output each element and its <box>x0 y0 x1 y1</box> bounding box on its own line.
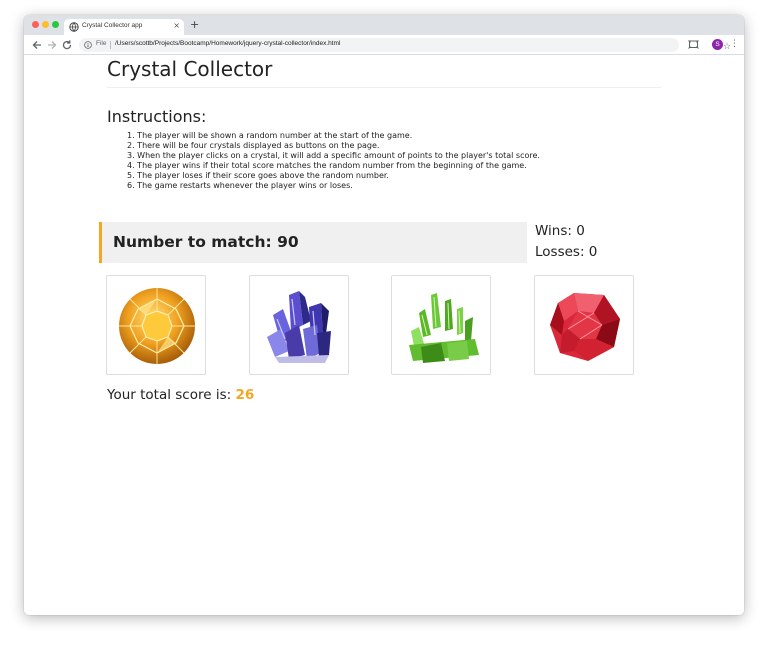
yellow-diamond-icon <box>119 288 195 364</box>
red-gem-icon <box>550 293 620 361</box>
browser-window: Crystal Collector app × + File /Users/sc… <box>24 15 744 615</box>
info-icon[interactable] <box>84 41 92 49</box>
blue-crystal-icon <box>267 291 331 363</box>
globe-icon <box>69 22 79 32</box>
instruction-item: 4. The player wins if their total score … <box>127 161 527 170</box>
forward-arrow-icon[interactable] <box>46 39 58 51</box>
wins-counter: Wins: 0 <box>535 223 585 239</box>
page-title: Crystal Collector <box>107 57 273 81</box>
green-crystal-cluster[interactable] <box>391 275 491 375</box>
yellow-diamond-crystal[interactable] <box>106 275 206 375</box>
new-tab-button[interactable]: + <box>190 19 199 31</box>
close-window-button[interactable] <box>32 21 39 28</box>
browser-toolbar: File /Users/scottb/Projects/Bootcamp/Hom… <box>24 35 744 55</box>
number-to-match-label: Number to match: 90 <box>113 233 299 251</box>
tab-title: Crystal Collector app <box>82 22 143 29</box>
losses-counter: Losses: 0 <box>535 244 598 260</box>
reload-icon[interactable] <box>61 39 73 51</box>
minimize-window-button[interactable] <box>42 21 49 28</box>
url-text[interactable]: /Users/scottb/Projects/Bootcamp/Homework… <box>115 40 340 47</box>
green-crystal-icon <box>409 293 479 363</box>
address-bar[interactable]: File /Users/scottb/Projects/Bootcamp/Hom… <box>79 38 731 52</box>
close-tab-icon[interactable]: × <box>173 21 180 31</box>
page-content: Crystal Collector Instructions: 1. The p… <box>24 55 744 615</box>
instruction-item: 2. There will be four crystals displayed… <box>127 141 380 150</box>
instructions-heading: Instructions: <box>107 107 207 126</box>
profile-avatar[interactable]: S <box>712 39 723 50</box>
cast-icon[interactable] <box>688 39 699 50</box>
instruction-item: 5. The player loses if their score goes … <box>127 171 389 180</box>
address-separator <box>110 41 111 49</box>
red-gem-crystal[interactable] <box>534 275 634 375</box>
total-score-value: 26 <box>235 387 255 403</box>
maximize-window-button[interactable] <box>52 21 59 28</box>
instructions-list: 1. The player will be shown a random num… <box>127 131 540 191</box>
back-arrow-icon[interactable] <box>31 39 43 51</box>
total-score-label: Your total score is: <box>107 387 236 403</box>
browser-tab[interactable]: Crystal Collector app × <box>64 19 184 35</box>
instruction-item: 6. The game restarts whenever the player… <box>127 181 353 190</box>
title-divider <box>107 87 661 88</box>
total-score: Your total score is: 26 <box>107 386 254 404</box>
instruction-item: 3. When the player clicks on a crystal, … <box>127 151 540 160</box>
instruction-item: 1. The player will be shown a random num… <box>127 131 413 140</box>
kebab-menu-icon[interactable]: ⋮ <box>730 38 739 50</box>
number-to-match-panel: Number to match: 90 <box>99 222 527 263</box>
tab-strip: Crystal Collector app × + <box>24 15 744 35</box>
blue-crystal-cluster[interactable] <box>249 275 349 375</box>
scheme-label: File <box>96 40 107 47</box>
